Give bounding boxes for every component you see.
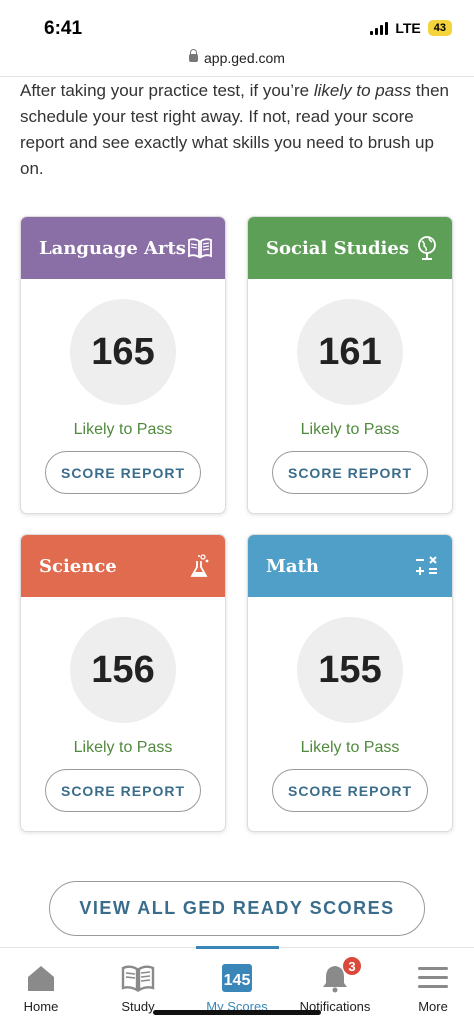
card-title: Social Studies [266, 237, 409, 259]
nav-item-my-scores[interactable]: 145 My Scores [192, 960, 282, 1014]
intro-text: After taking your practice test, if you’… [20, 81, 449, 178]
nav-label: More [418, 999, 448, 1014]
svg-text:145: 145 [224, 972, 251, 989]
score-report-button[interactable]: SCORE REPORT [272, 451, 428, 494]
globe-icon [414, 235, 440, 261]
notification-badge: 3 [342, 956, 362, 976]
home-indicator [153, 1010, 321, 1015]
score-report-button[interactable]: SCORE REPORT [45, 769, 201, 812]
nav-item-notifications[interactable]: 3 Notifications [290, 956, 380, 1014]
card-header: Science [21, 535, 225, 597]
url-bar[interactable]: app.ged.com [0, 49, 474, 74]
subject-card-science: Science 156 Likely to Pass SCORE REPORT [20, 534, 226, 832]
view-all-scores-button[interactable]: VIEW ALL GED READY SCORES [49, 881, 425, 936]
score-value: 161 [297, 299, 403, 405]
network-type: LTE [395, 20, 421, 36]
card-title: Math [266, 555, 319, 577]
card-title: Language Arts [39, 237, 186, 259]
bell-icon [290, 960, 380, 996]
pass-status: Likely to Pass [73, 739, 173, 756]
status-time: 6:41 [44, 18, 83, 39]
lock-icon [189, 49, 199, 62]
subject-card-language-arts: Language Arts 165 Likely to Pass SCORE R… [20, 216, 226, 514]
divider [0, 76, 474, 77]
score-report-button[interactable]: SCORE REPORT [45, 451, 201, 494]
pass-status: Likely to Pass [300, 739, 400, 756]
nav-item-more[interactable]: More [388, 960, 474, 1014]
nav-item-home[interactable]: Home [0, 960, 86, 1014]
score-report-button[interactable]: SCORE REPORT [272, 769, 428, 812]
score-value: 155 [297, 617, 403, 723]
card-title: Science [39, 555, 117, 577]
pass-status: Likely to Pass [73, 421, 173, 438]
battery-icon: 43 [427, 20, 452, 36]
flask-icon [187, 553, 213, 579]
score-value: 165 [70, 299, 176, 405]
url-text: app.ged.com [204, 50, 285, 66]
home-icon [0, 960, 86, 996]
card-header: Social Studies [248, 217, 452, 279]
active-tab-indicator [196, 946, 279, 949]
card-header: Math [248, 535, 452, 597]
subject-card-social-studies: Social Studies 161 Likely to Pass SCORE … [247, 216, 453, 514]
book-icon [93, 960, 183, 996]
signal-icon [370, 21, 389, 35]
status-bar: 6:41 LTE 43 [0, 0, 474, 50]
subject-card-math: Math 155 Likely to Pass SCORE REPORT [247, 534, 453, 832]
status-indicators: LTE 43 [370, 20, 452, 36]
card-header: Language Arts [21, 217, 225, 279]
nav-label: Home [23, 999, 59, 1014]
pass-status: Likely to Pass [300, 421, 400, 438]
hamburger-icon [388, 960, 474, 996]
math-operators-icon [414, 553, 440, 579]
score-value: 156 [70, 617, 176, 723]
book-icon [187, 235, 213, 261]
nav-item-study[interactable]: Study [93, 960, 183, 1014]
scores-icon: 145 [192, 960, 282, 996]
